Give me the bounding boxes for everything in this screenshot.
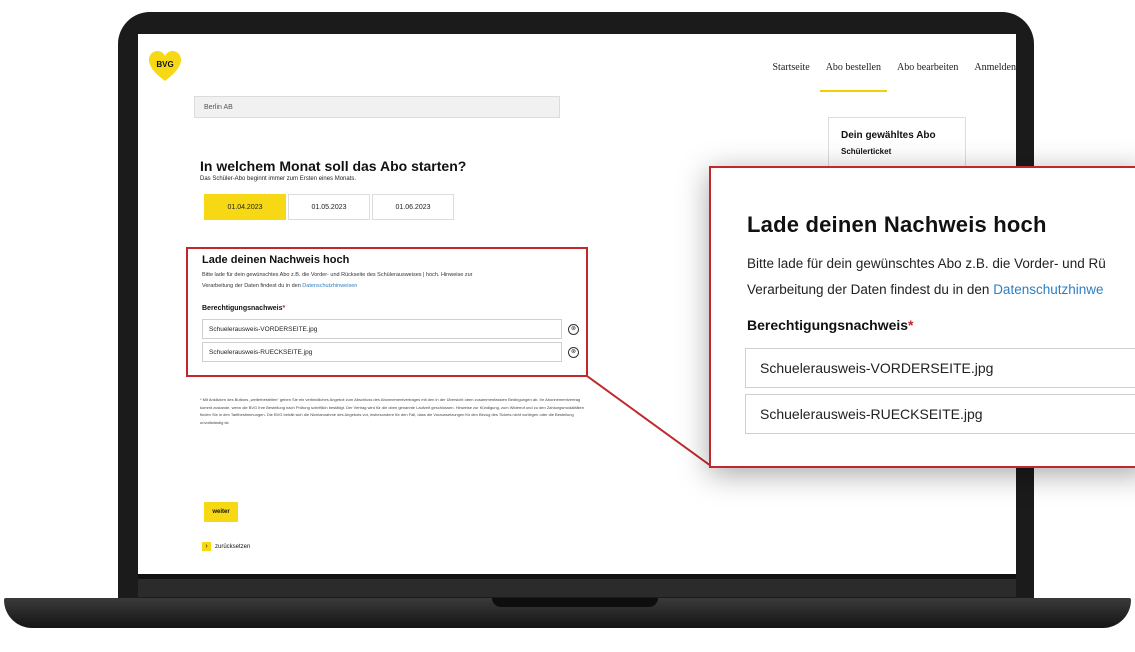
month-option-1[interactable]: 01.04.2023: [204, 194, 286, 220]
nav-anmelden[interactable]: Anmelden: [974, 58, 1016, 98]
month-section-title: In welchem Monat soll das Abo starten?: [200, 158, 467, 174]
uploaded-file-front[interactable]: Schuelerausweis-VORDERSEITE.jpg: [202, 319, 562, 339]
upload-field-label: Berechtigungsnachweis*: [202, 305, 285, 312]
weiter-button[interactable]: weiter: [204, 502, 238, 522]
zoom-field-label: Berechtigungsnachweis*: [747, 317, 914, 333]
remove-file-back-icon[interactable]: ⊗: [568, 347, 579, 358]
nav-abo-bearbeiten[interactable]: Abo bearbeiten: [897, 58, 958, 98]
upload-description: Bitte lade für dein gewünschtes Abo z.B.…: [202, 270, 562, 292]
abo-card-title: Dein gewähltes Abo: [841, 130, 936, 141]
back-link-label: zurücksetzen: [215, 544, 251, 551]
zoom-description: Bitte lade für dein gewünschtes Abo z.B.…: [747, 251, 1106, 303]
month-section-subtitle: Das Schüler-Abo beginnt immer zum Ersten…: [200, 176, 357, 182]
nav-abo-bestellen[interactable]: Abo bestellen: [819, 58, 888, 98]
back-arrow-icon: ›: [202, 542, 211, 551]
upload-text-line1: Bitte lade für dein gewünschtes Abo z.B.…: [202, 272, 473, 278]
nav-startseite[interactable]: Startseite: [772, 58, 809, 98]
logo-text: BVG: [156, 60, 173, 69]
back-link[interactable]: › zurücksetzen: [202, 542, 250, 551]
required-marker: *: [282, 305, 286, 312]
upload-text-line2: Verarbeitung der Daten findest du in den: [202, 283, 301, 289]
zoom-file-front[interactable]: Schuelerausweis-VORDERSEITE.jpg: [745, 348, 1135, 388]
zoom-label-text: Berechtigungsnachweis: [747, 317, 909, 333]
zoom-file-back[interactable]: Schuelerausweis-RUECKSEITE.jpg: [745, 394, 1135, 434]
upload-label-text: Berechtigungsnachweis: [202, 305, 283, 312]
zoom-required-marker: *: [908, 317, 914, 333]
bvg-logo[interactable]: BVG: [148, 50, 182, 84]
upload-title: Lade deinen Nachweis hoch: [202, 254, 350, 266]
remove-file-front-icon[interactable]: ⊗: [568, 324, 579, 335]
zoom-text-line2: Verarbeitung der Daten findest du in den: [747, 282, 990, 297]
zoom-privacy-link[interactable]: Datenschutzhinwe: [993, 282, 1103, 297]
month-option-3[interactable]: 01.06.2023: [372, 194, 454, 220]
uploaded-file-back[interactable]: Schuelerausweis-RUECKSEITE.jpg: [202, 342, 562, 362]
laptop-notch: [492, 598, 658, 607]
privacy-link[interactable]: Datenschutzhinweisen: [302, 283, 357, 289]
abo-card-subtitle: Schülerticket: [841, 147, 892, 156]
laptop-chin: [138, 579, 1016, 597]
main-nav: Startseite Abo bestellen Abo bearbeiten …: [756, 58, 1016, 98]
zoom-callout: Lade deinen Nachweis hoch Bitte lade für…: [709, 166, 1135, 468]
zoom-text-line1: Bitte lade für dein gewünschtes Abo z.B.…: [747, 256, 1106, 271]
zoom-title: Lade deinen Nachweis hoch: [747, 212, 1047, 237]
month-option-2[interactable]: 01.05.2023: [288, 194, 370, 220]
address-field[interactable]: Berlin AB: [194, 96, 560, 118]
screen-bottom-bar: [138, 574, 1016, 579]
legal-footnote: * Mit Anklicken des Buttons „weiterbeste…: [200, 397, 584, 425]
